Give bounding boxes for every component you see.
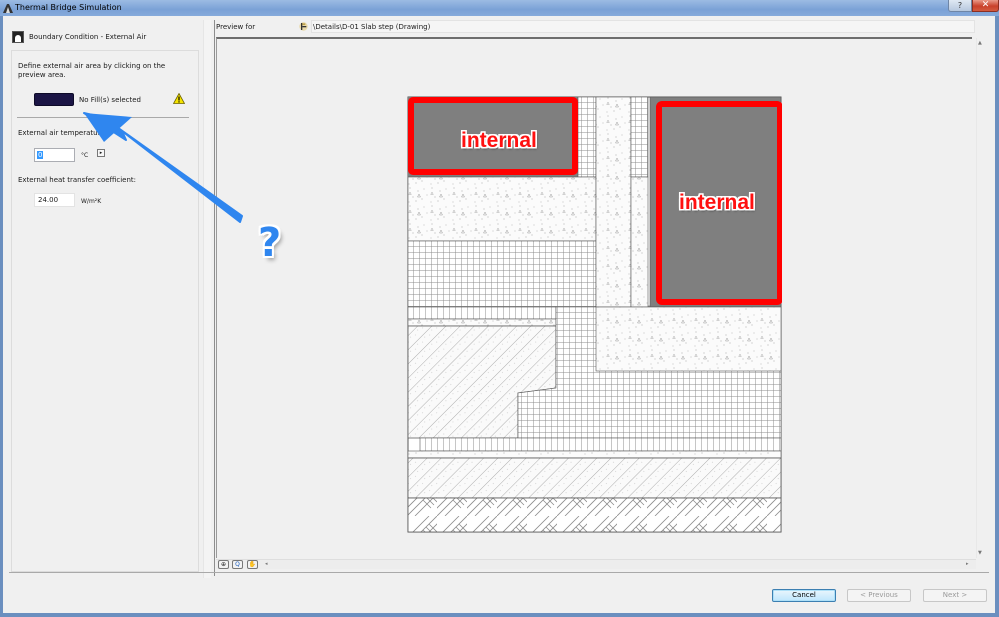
fill-status: No Fill(s) selected (79, 96, 141, 104)
preview-path-field: \Details\D-01 Slab step (Drawing) (311, 20, 975, 33)
dialog-client: Boundary Condition - External Air Define… (3, 16, 995, 613)
pan-hand-button[interactable]: ✋ (247, 560, 258, 569)
bottom-separator (9, 572, 989, 573)
window-title: Thermal Bridge Simulation (15, 3, 122, 12)
temperature-arrow-button[interactable]: ▸ (97, 149, 105, 157)
coefficient-input[interactable]: 24.00 (34, 193, 75, 207)
coefficient-unit: W/m²K (81, 198, 102, 205)
scroll-down-arrow[interactable]: ▼ (978, 550, 982, 556)
temperature-value: 0 (37, 151, 44, 159)
detail-drawing[interactable] (407, 96, 782, 533)
boundary-settings-panel: Define external air area by clicking on … (11, 50, 199, 572)
question-mark-annotation: ? (258, 220, 282, 266)
cancel-button[interactable]: Cancel (772, 589, 836, 602)
separator (17, 117, 189, 118)
coefficient-label: External heat transfer coefficient: (18, 176, 136, 184)
zoom-fit-button[interactable]: ⊕ (218, 560, 229, 569)
scroll-right-arrow[interactable]: ▸ (966, 561, 969, 567)
previous-button[interactable]: < Previous (847, 589, 911, 602)
temperature-unit: °C (81, 152, 89, 159)
scroll-up-arrow[interactable]: ▲ (978, 40, 982, 46)
instruction-text: Define external air area by clicking on … (18, 62, 166, 79)
preview-toolbar (216, 559, 976, 569)
preview-canvas[interactable]: internal internal (216, 37, 972, 558)
warning-icon (173, 93, 185, 104)
panel-header: Boundary Condition - External Air (29, 33, 147, 41)
drawing-view-icon (299, 22, 308, 31)
panel-splitter[interactable] (214, 20, 215, 576)
internal-label-1: internal (461, 129, 537, 152)
left-panel-scrollbar[interactable] (203, 20, 211, 578)
preview-label: Preview for (216, 23, 256, 31)
temperature-label: External air temperature: (18, 129, 107, 137)
vertical-scrollbar[interactable]: ▲ ▼ (976, 38, 986, 558)
internal-label-2: internal (679, 191, 755, 214)
boundary-condition-icon (12, 31, 24, 43)
close-button[interactable]: ✕ (972, 0, 999, 12)
zoom-in-out-button[interactable]: Q (232, 560, 243, 569)
temperature-input[interactable]: 0 (34, 148, 75, 162)
app-icon (3, 4, 13, 13)
help-button[interactable]: ? (948, 0, 972, 12)
next-button[interactable]: Next > (923, 589, 987, 602)
fill-color-swatch[interactable] (34, 93, 74, 106)
title-bar: Thermal Bridge Simulation ? ✕ (0, 0, 999, 16)
scroll-left-arrow[interactable]: ◂ (265, 561, 268, 567)
